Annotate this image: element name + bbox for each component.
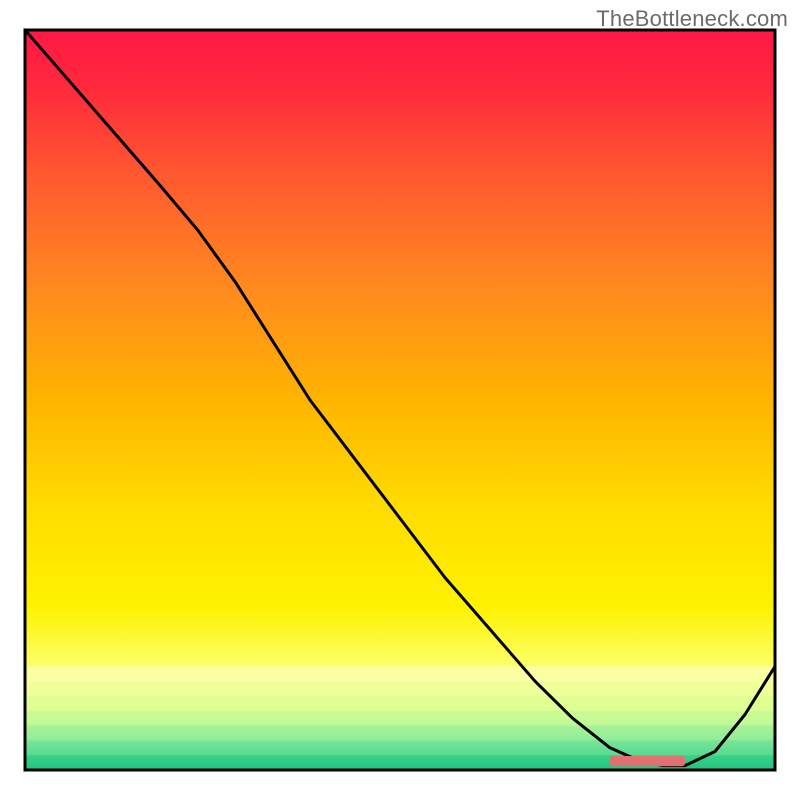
bottom-gradient-bands [25,666,775,770]
chart-svg [0,0,800,800]
chart-container: TheBottleneck.com [0,0,800,800]
optimal-range-marker [610,756,685,766]
attribution-label: TheBottleneck.com [596,6,788,32]
plot-background [25,30,775,770]
